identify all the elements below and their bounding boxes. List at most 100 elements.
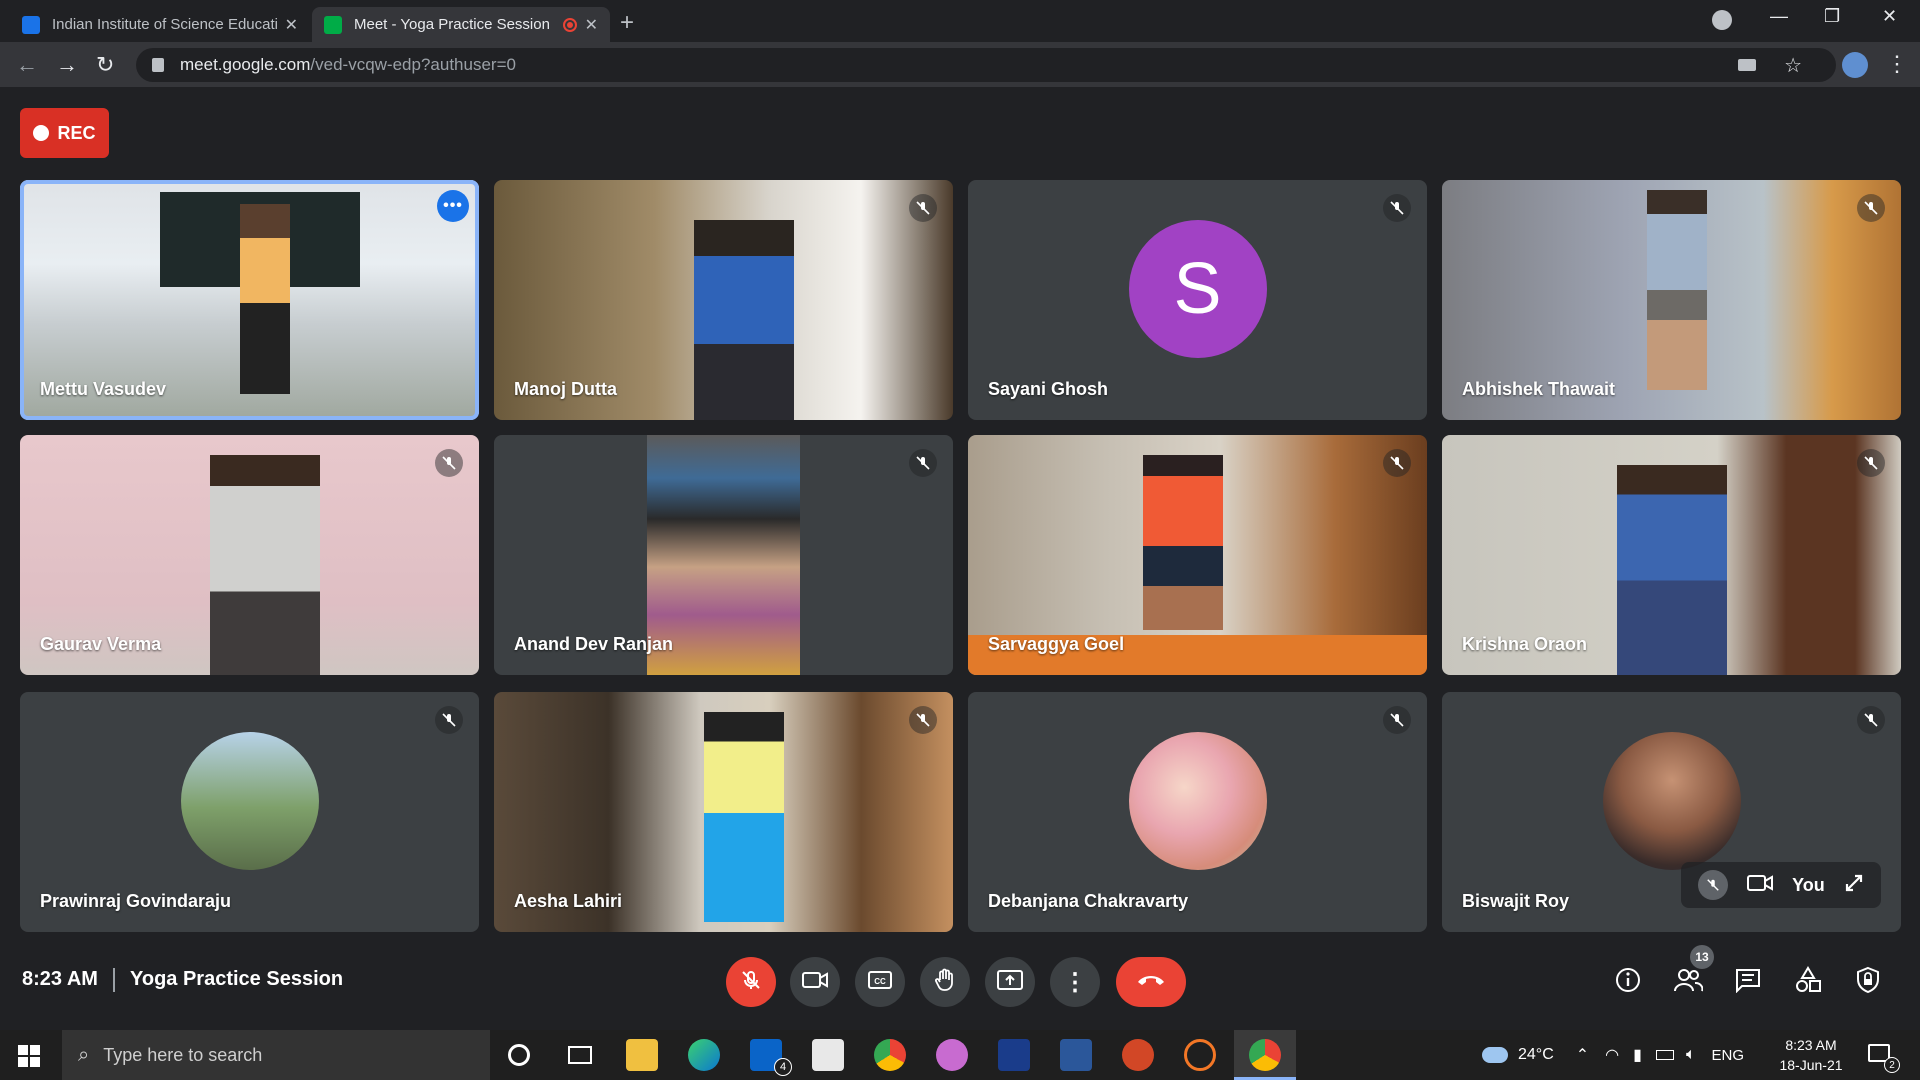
profile-avatar[interactable] — [1842, 52, 1868, 78]
self-label: You — [1792, 874, 1825, 895]
jupyter-icon[interactable] — [1184, 1039, 1216, 1071]
bookmark-star-icon[interactable]: ☆ — [1784, 53, 1802, 78]
word-icon[interactable] — [1060, 1039, 1092, 1071]
mic-off-icon — [1857, 449, 1885, 477]
camera-toggle-button[interactable] — [790, 957, 840, 1007]
cortana-icon[interactable] — [508, 1044, 530, 1066]
shield-lock-icon — [1855, 966, 1881, 999]
tab-search-icon[interactable] — [1712, 10, 1732, 30]
self-camera-icon[interactable] — [1747, 874, 1774, 897]
raise-hand-button[interactable] — [920, 957, 970, 1007]
tab-strip: Indian Institute of Science Educati ✕ Me… — [0, 0, 1920, 42]
restore-icon[interactable]: ❐ — [1824, 6, 1840, 27]
chat-icon — [1734, 967, 1762, 998]
forward-icon[interactable]: → — [56, 52, 78, 78]
wifi-icon[interactable]: ◠ — [1605, 1045, 1619, 1065]
back-icon[interactable]: ← — [16, 52, 38, 78]
menu-dots-icon[interactable]: ⋮ — [1886, 51, 1908, 77]
mic-off-icon — [1857, 706, 1885, 734]
tab-title: Meet - Yoga Practice Session — [354, 16, 550, 33]
reload-icon[interactable]: ↻ — [96, 52, 114, 78]
people-button[interactable] — [1672, 966, 1704, 998]
participant-name: Gaurav Verma — [40, 634, 162, 654]
activities-button[interactable] — [1792, 965, 1824, 999]
taskbar-search[interactable]: ⌕ Type here to search — [62, 1030, 490, 1080]
paint-icon[interactable] — [936, 1039, 968, 1071]
new-tab-icon[interactable]: + — [620, 9, 634, 37]
participant-name: Manoj Dutta — [514, 379, 617, 399]
participant-tile[interactable]: Gaurav Verma — [20, 435, 479, 675]
cloud-weather-icon — [1482, 1047, 1508, 1063]
info-icon — [1614, 966, 1642, 999]
more-options-button[interactable]: ⋮ — [1050, 957, 1100, 1007]
mic-off-icon — [435, 706, 463, 734]
battery-icon[interactable] — [1655, 1050, 1674, 1060]
weather-temp[interactable]: 24°C — [1518, 1046, 1554, 1064]
raise-hand-icon — [934, 968, 956, 997]
address-bar[interactable]: meet.google.com /ved-vcqw-edp?authuser=0… — [136, 48, 1836, 82]
mic-off-icon — [909, 706, 937, 734]
close-tab-icon[interactable]: ✕ — [585, 15, 598, 35]
file-explorer-icon[interactable] — [626, 1039, 658, 1071]
participant-tile[interactable]: ••• Mettu Vasudev — [20, 180, 479, 420]
captions-button[interactable]: CC — [855, 957, 905, 1007]
participant-tile[interactable]: Aesha Lahiri — [494, 692, 953, 932]
chrome-icon[interactable] — [874, 1039, 906, 1071]
participant-tile[interactable]: Sarvaggya Goel — [968, 435, 1427, 675]
participant-video-person — [694, 220, 794, 420]
chevron-up-icon[interactable]: ⌃ — [1576, 1045, 1589, 1065]
participant-tile[interactable]: Manoj Dutta — [494, 180, 953, 420]
close-tab-icon[interactable]: ✕ — [285, 15, 298, 35]
expand-icon[interactable] — [1844, 873, 1864, 898]
task-view-icon[interactable] — [568, 1046, 592, 1064]
participant-video-person — [1647, 190, 1707, 390]
edge-icon[interactable] — [688, 1039, 720, 1071]
windows-start-icon[interactable] — [18, 1045, 40, 1067]
close-window-icon[interactable]: ✕ — [1882, 6, 1897, 27]
people-count-badge: 13 — [1690, 945, 1714, 969]
participant-name: Prawinraj Govindaraju — [40, 891, 232, 911]
camera-icon[interactable] — [1738, 59, 1756, 71]
clock-date: 18-Jun-21 — [1779, 1057, 1843, 1073]
language-indicator[interactable]: ENG — [1712, 1047, 1745, 1064]
participant-avatar: S — [1128, 220, 1267, 358]
microphone-icon[interactable]: ▮ — [1633, 1045, 1642, 1065]
leave-call-button[interactable] — [1116, 957, 1186, 1007]
participant-tile[interactable]: S Sayani Ghosh — [968, 180, 1427, 420]
chat-button[interactable] — [1732, 966, 1764, 998]
present-screen-button[interactable] — [985, 957, 1035, 1007]
toolbar: ← → ↻ meet.google.com /ved-vcqw-edp?auth… — [0, 42, 1920, 88]
minimize-icon[interactable]: — — [1770, 6, 1788, 27]
dev-cpp-icon[interactable] — [998, 1039, 1030, 1071]
search-icon: ⌕ — [78, 1043, 90, 1066]
meeting-details-button[interactable] — [1612, 966, 1644, 998]
participant-avatar — [1602, 732, 1741, 870]
chrome-active-icon[interactable] — [1249, 1039, 1281, 1071]
microphone-toggle-button[interactable] — [726, 957, 776, 1007]
participant-name: Biswajit Roy — [1462, 891, 1570, 911]
tab-iiser[interactable]: Indian Institute of Science Educati ✕ — [10, 7, 310, 42]
participant-name: Abhishek Thawait — [1462, 379, 1616, 399]
self-mic-off-icon[interactable] — [1698, 870, 1729, 900]
powerpoint-icon[interactable] — [1122, 1039, 1154, 1071]
meeting-time: 8:23 AM — [22, 968, 98, 990]
url-path: /ved-vcqw-edp?authuser=0 — [310, 55, 516, 74]
clock[interactable]: 8:23 AM 18-Jun-21 — [1778, 1035, 1844, 1075]
calendar-icon — [22, 15, 40, 34]
divider — [113, 968, 115, 992]
participant-tile[interactable]: Anand Dev Ranjan — [494, 435, 953, 675]
activities-icon — [1794, 965, 1822, 999]
participant-tile-self[interactable]: Biswajit Roy You — [1442, 692, 1901, 932]
participant-tile[interactable]: Prawinraj Govindaraju — [20, 692, 479, 932]
participant-video-person — [210, 455, 320, 675]
participant-tile[interactable]: Debanjana Chakravarty — [968, 692, 1427, 932]
tab-meet[interactable]: Meet - Yoga Practice Session ✕ — [312, 7, 610, 42]
participant-tile[interactable]: Krishna Oraon — [1442, 435, 1901, 675]
host-controls-button[interactable] — [1852, 966, 1884, 998]
volume-icon[interactable]: 🔈︎ — [1686, 1046, 1696, 1064]
more-options-button[interactable]: ••• — [437, 190, 469, 222]
participant-name: Anand Dev Ranjan — [514, 634, 674, 654]
participant-tile[interactable]: Abhishek Thawait — [1442, 180, 1901, 420]
call-end-icon — [1136, 973, 1166, 992]
snipping-tool-icon[interactable] — [812, 1039, 844, 1071]
